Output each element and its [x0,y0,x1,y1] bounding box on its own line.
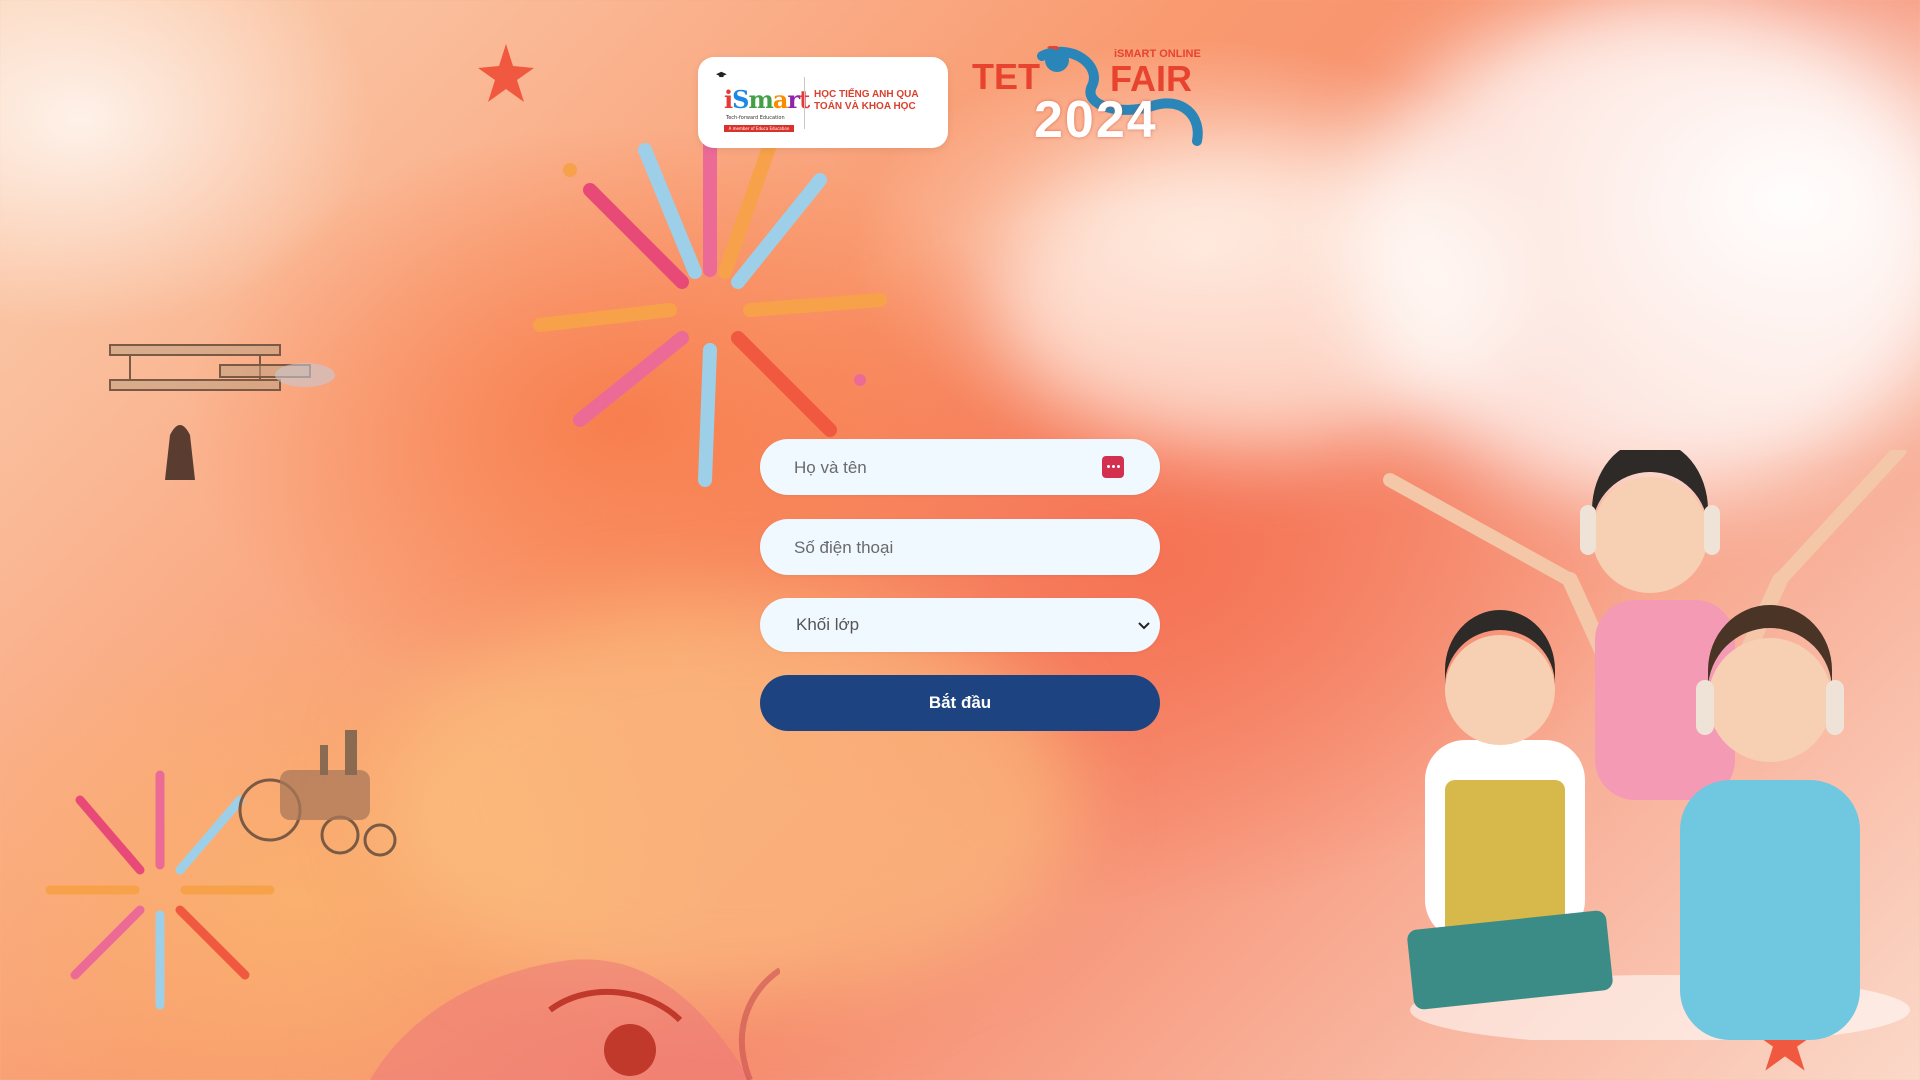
ismart-member-strip: A member of Educa Education [724,125,794,132]
event-word-tet: TET [972,56,1040,97]
phone-field[interactable] [760,519,1160,577]
tet-fair-logo: TET iSMART ONLINE FAIR 2024 [972,46,1212,152]
full-name-input[interactable] [792,439,1096,497]
phone-input[interactable] [792,519,1096,577]
star-icon [478,44,534,102]
grade-select[interactable]: Khối lớp [760,598,1160,652]
chevron-down-icon [1138,622,1150,630]
event-year: 2024 [1034,91,1158,149]
full-name-field[interactable] [760,439,1160,497]
ismart-brand: iSmart [724,85,810,114]
ismart-subtitle: Tech-forward Education [726,115,785,121]
autofill-key-icon[interactable] [1102,456,1124,478]
biplane-illustration [109,344,335,480]
grade-select-value: Khối lớp [796,615,860,634]
ismart-tagline: Học Tiếng Anh qua Toán và Khoa học [814,89,919,112]
kids-illustration [1383,450,1910,1040]
dragon-illustration [370,959,780,1080]
start-button[interactable]: Bắt đầu [760,675,1160,731]
logo-divider [804,77,805,129]
ismart-logo-card[interactable]: iSmart Tech-forward Education A member o… [698,57,948,148]
